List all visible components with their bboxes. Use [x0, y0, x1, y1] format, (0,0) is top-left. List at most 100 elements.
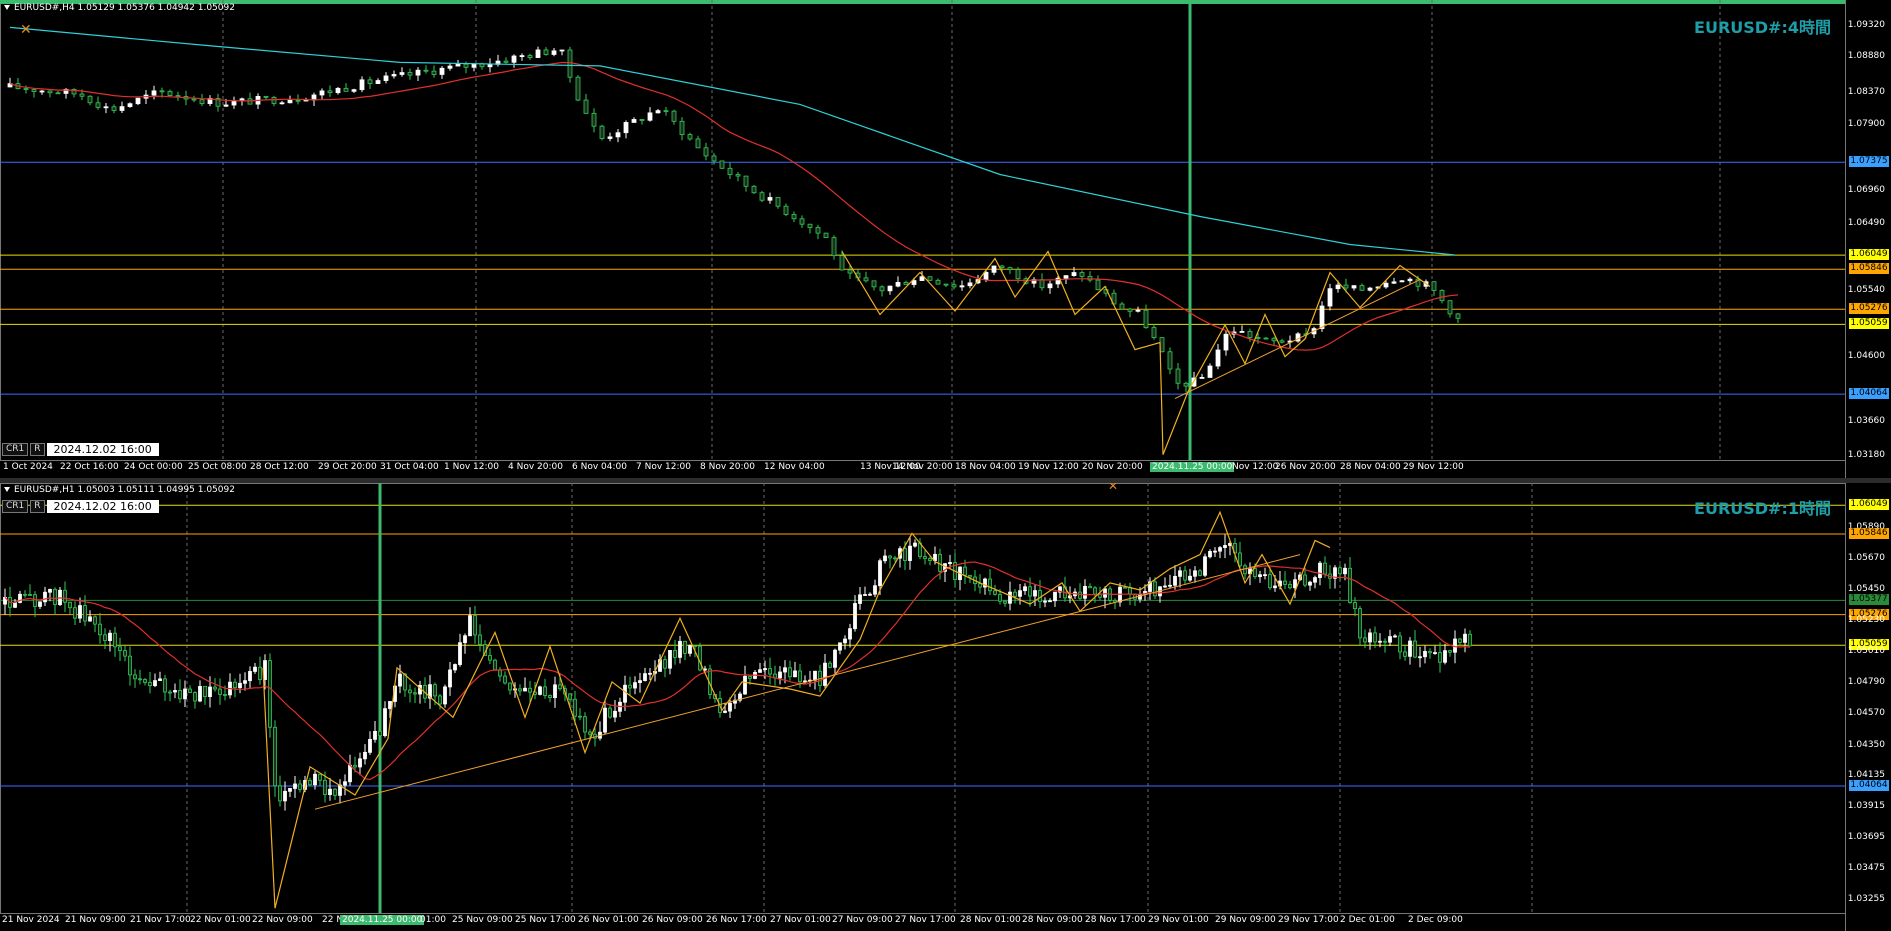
h4-candle-body [1175, 368, 1181, 384]
h1-candle-body [503, 675, 507, 684]
h1-time-label: 27 Nov 01:00 [770, 915, 831, 925]
h1-candle-body [1018, 590, 1022, 597]
h4-chart-pane[interactable]: EURUSD#,H4 1.05129 1.05376 1.04942 1.050… [0, 0, 1891, 478]
h1-time-label: 29 Nov 09:00 [1215, 915, 1276, 925]
h1-candle-body [1403, 651, 1407, 657]
h1-candle-body [28, 594, 32, 596]
h1-candle-body [923, 556, 927, 559]
h4-time-label: 1 Nov 12:00 [444, 462, 499, 472]
h1-chart-canvas[interactable] [0, 483, 1891, 931]
h1-candle-body [523, 687, 527, 692]
h1-candle-body [1198, 570, 1202, 576]
h1-candle-body [253, 666, 257, 672]
h4-time-label: Nov 12:00 [1232, 462, 1279, 472]
h4-candle-body [271, 96, 277, 104]
h1-candle-body [163, 678, 167, 693]
h1-time-label: 01:00 [420, 915, 446, 925]
h4-candle-body [95, 102, 101, 108]
h4-top-band [0, 0, 1845, 4]
h4-candle-body [999, 265, 1005, 269]
h4-candle-body [1127, 308, 1133, 312]
h1-candle-body [198, 686, 202, 702]
h1-candle-body [318, 773, 322, 781]
h1-candle-body [153, 680, 157, 687]
h1-candle-body [223, 694, 227, 696]
collapse-arrow-icon[interactable] [4, 487, 10, 492]
h4-price-label: 1.05059 [1849, 318, 1889, 330]
h4-candle-body [767, 197, 773, 201]
h1-candle-body [1448, 650, 1452, 653]
h4-candle-body [1079, 272, 1085, 277]
h4-price-label: 1.03180 [1847, 450, 1885, 460]
h4-cr-label[interactable]: CR1 [2, 443, 29, 456]
h1-candle-body [1083, 586, 1087, 599]
h1-time-label: 28 Nov 09:00 [1022, 915, 1083, 925]
h1-candle-body [793, 670, 797, 678]
h1-price-label: 1.05450 [1847, 583, 1885, 594]
h1-candle-body [313, 773, 317, 786]
h4-candle-body [1039, 279, 1045, 289]
h1-candle-body [133, 674, 137, 680]
h1-candle-body [1283, 580, 1287, 585]
h1-candle-body [1253, 568, 1257, 578]
h4-r-label[interactable]: R [30, 443, 45, 456]
h1-candle-body [1238, 552, 1242, 567]
h1-chart-title: EURUSD#:1時間 [1694, 499, 1831, 518]
h4-candle-body [567, 49, 573, 78]
h1-symbol-line: EURUSD#,H1 1.05003 1.05111 1.04995 1.050… [4, 485, 235, 495]
h4-time-label: 8 Nov 20:00 [700, 462, 755, 472]
h1-candle-body [1258, 574, 1262, 578]
h4-candle-body [927, 276, 933, 281]
one-click-trading-icon[interactable]: ✕ [20, 22, 32, 38]
h4-candle-body [263, 96, 269, 98]
h1-candle-body [43, 591, 47, 603]
h1-candle-body [1008, 591, 1012, 604]
h4-candle-body [1047, 283, 1053, 289]
h4-candle-body [959, 285, 965, 288]
h1-candle-body [758, 669, 762, 673]
h1-candle-body [1013, 591, 1017, 597]
h1-candle-body [588, 731, 592, 735]
h1-candle-body [1208, 551, 1212, 558]
h4-chart-canvas[interactable] [0, 0, 1891, 478]
h1-candle-body [1188, 575, 1192, 581]
h1-candle-body [1138, 594, 1142, 600]
h4-candle-body [751, 185, 757, 194]
h1-candle-body [978, 583, 982, 588]
collapse-arrow-icon[interactable] [4, 5, 10, 10]
h1-candle-body [948, 562, 952, 565]
h4-candle-body [1183, 382, 1189, 387]
h4-candle-body [775, 197, 781, 207]
h1-candle-body [113, 632, 117, 648]
h1-time-label: 25 Nov 17:00 [515, 915, 576, 925]
h4-candle-body [727, 167, 733, 175]
h1-candle-body [578, 715, 582, 718]
h4-candle-body [823, 232, 829, 239]
h4-time-label: 1 Oct 2024 [3, 462, 53, 472]
one-click-trading-icon[interactable]: ✕ [1108, 483, 1118, 493]
h1-candle-body [178, 690, 182, 700]
h4-candle-body [287, 99, 293, 104]
h4-price-label: 1.04600 [1847, 350, 1885, 361]
h1-ma-fast-line [4, 561, 1471, 781]
h1-r-label[interactable]: R [30, 500, 45, 513]
h1-candle-body [273, 726, 277, 787]
h1-candle-body [1193, 570, 1197, 577]
h4-candle-body [463, 63, 469, 68]
h1-candle-body [1443, 650, 1447, 663]
h1-candle-body [508, 682, 512, 691]
h1-candle-body [363, 751, 367, 760]
h1-price-label: 1.04350 [1847, 739, 1885, 750]
h1-candle-body [193, 692, 197, 702]
h4-candle-body [343, 87, 349, 92]
h4-candle-body [1279, 340, 1285, 343]
h4-candle-body [871, 280, 877, 288]
h4-chart-title: EURUSD#:4時間 [1694, 18, 1831, 37]
h1-candle-body [698, 645, 702, 671]
h1-chart-pane[interactable]: EURUSD#,H1 1.05003 1.05111 1.04995 1.050… [0, 483, 1891, 931]
h4-candle-body [167, 91, 173, 97]
h1-candle-body [1178, 570, 1182, 577]
h1-candle-body [328, 788, 332, 796]
h1-cr-label[interactable]: CR1 [2, 500, 29, 513]
h4-candle-body [575, 76, 581, 101]
